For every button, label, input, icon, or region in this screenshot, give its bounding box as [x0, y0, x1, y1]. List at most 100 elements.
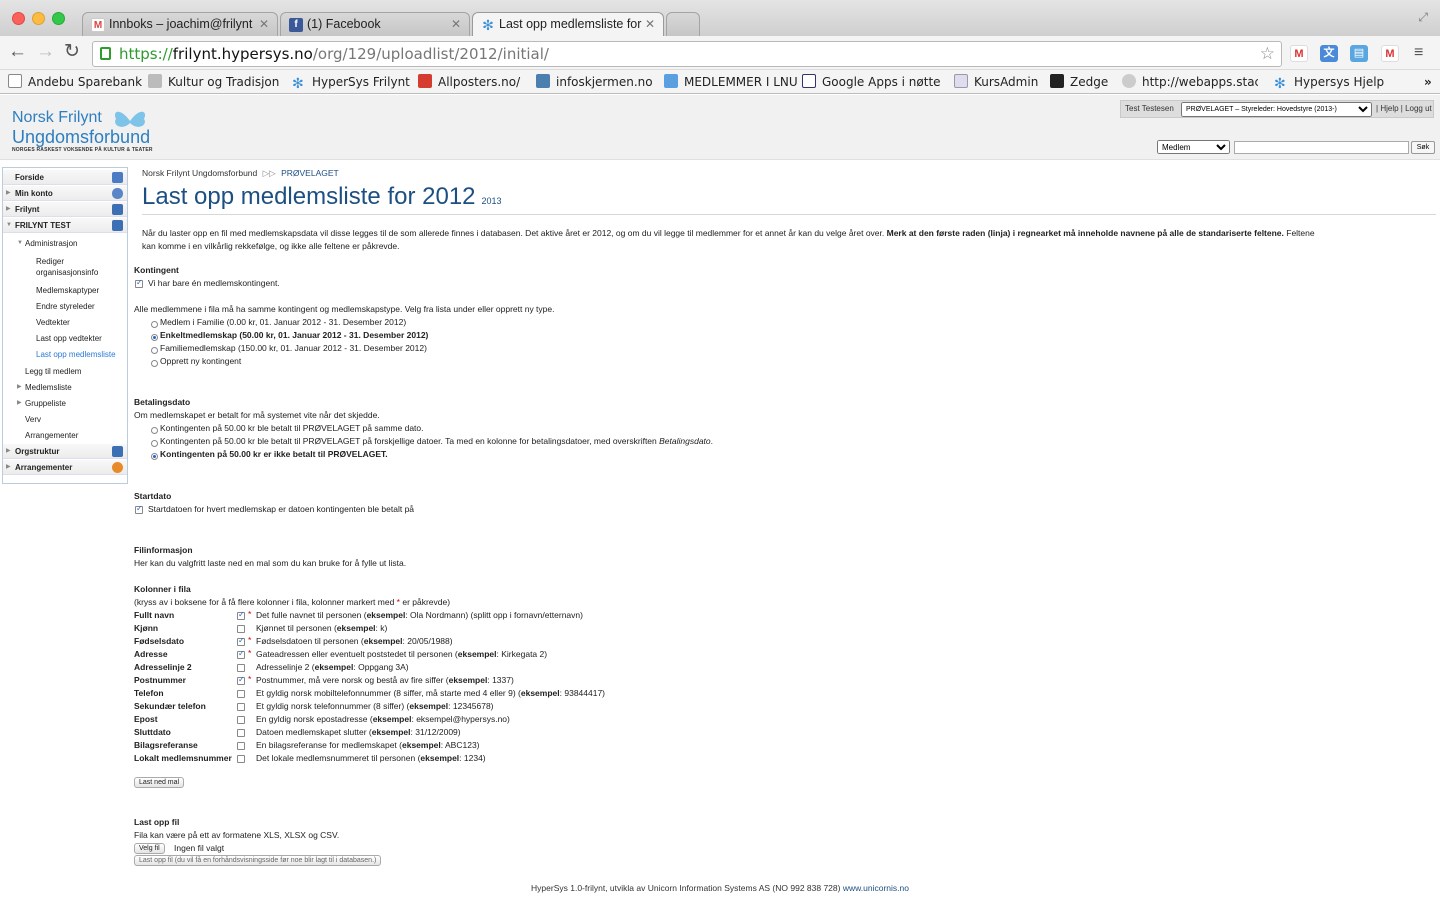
column-checkbox[interactable] — [237, 690, 245, 698]
flag-icon — [112, 446, 123, 457]
year-link[interactable]: 2013 — [482, 196, 502, 206]
breadcrumb-current-link[interactable]: PRØVELAGET — [281, 168, 339, 178]
back-button[interactable]: ← — [8, 42, 27, 62]
bookmark-item[interactable]: MEDLEMMER I LNU — [664, 73, 798, 91]
column-checkbox[interactable] — [237, 742, 245, 750]
sidebar-item-last-opp-vedtekter[interactable]: Last opp vedtekter — [3, 331, 127, 346]
search-input[interactable] — [1234, 141, 1409, 154]
close-icon[interactable]: ✕ — [451, 13, 461, 35]
forward-button[interactable]: → — [36, 42, 55, 62]
column-row: Fullt navn * Det fulle navnet til personen… — [134, 609, 834, 623]
column-checkbox[interactable] — [237, 703, 245, 711]
example-label: eksempel — [448, 675, 488, 685]
sidebar-item-frilynt-test[interactable]: ▼ FRILYNT TEST — [3, 218, 127, 233]
download-template-button[interactable]: Last ned mal — [134, 777, 185, 788]
logout-link[interactable]: Logg ut — [1405, 104, 1432, 113]
tab-gmail[interactable]: M Innboks – joachim@frilynt ✕ — [82, 12, 278, 36]
sidebar-item-organisasjonsinfo[interactable]: organisasjonsinfo — [3, 267, 127, 278]
close-icon[interactable]: ✕ — [645, 13, 655, 35]
sidebar-item-last-opp-medlemsliste[interactable]: Last opp medlemsliste — [3, 347, 127, 362]
sidebar-item-arrangementer-sub[interactable]: Arrangementer — [3, 428, 127, 443]
logo[interactable]: Norsk Frilynt Ungdomsforbund NORGES RASK… — [12, 107, 162, 157]
url-host: frilynt.hypersys.no — [172, 45, 313, 63]
reload-button[interactable]: ↻ — [64, 42, 80, 62]
bookmark-item[interactable]: Allposters.no/ — [418, 73, 520, 91]
sidebar-item-endre-styreleder[interactable]: Endre styreleder — [3, 299, 127, 314]
role-select[interactable]: PRØVELAGET – Styreleder: Hovedstyre (201… — [1181, 102, 1372, 117]
kontingent-radio[interactable] — [151, 347, 158, 354]
sidebar-item-frilynt[interactable]: ▶ Frilynt — [3, 202, 127, 217]
kontingent-info: Alle medlemmene i fila må ha samme konti… — [134, 304, 555, 314]
column-checkbox[interactable] — [237, 716, 245, 724]
bookmark-item[interactable]: http://webapps.stac — [1122, 73, 1258, 91]
bucket-extension-icon[interactable]: ▤ — [1350, 45, 1368, 62]
bookmark-item[interactable]: ✻ HyperSys Frilynt — [292, 73, 410, 91]
example-label: eksempel — [314, 662, 354, 672]
betaling-option2-end: . — [710, 436, 714, 446]
betaling-radio[interactable] — [151, 453, 158, 460]
sidebar-item-gruppeliste[interactable]: ▶ Gruppeliste — [3, 396, 127, 411]
sidebar-item-medlemsliste[interactable]: ▶ Medlemsliste — [3, 380, 127, 395]
bookmark-item[interactable]: ✻ Hypersys Hjelp — [1274, 73, 1384, 91]
address-bar[interactable]: https://frilynt.hypersys.no/org/129/uplo… — [92, 41, 1282, 67]
required-star: * — [248, 674, 252, 684]
kontingent-option-label: Familiemedlemskap (150.00 kr, 01. Januar… — [160, 343, 427, 353]
betaling-radio[interactable] — [151, 427, 158, 434]
kontingent-radio[interactable] — [151, 334, 158, 341]
menu-icon[interactable]: ≡ — [1414, 44, 1423, 62]
sidebar-item-orgstruktur[interactable]: ▶ Orgstruktur — [3, 444, 127, 459]
bookmark-item[interactable]: Google Apps i nøtte — [802, 73, 941, 91]
startdato-checkbox[interactable] — [135, 504, 143, 514]
gmail-extension-icon[interactable]: M — [1290, 45, 1308, 62]
kontingent-radio[interactable] — [151, 360, 158, 367]
sidebar-item-min-konto[interactable]: ▶ Min konto — [3, 186, 127, 201]
translate-extension-icon[interactable]: 文 — [1320, 45, 1338, 62]
choose-file-button[interactable]: Velg fil — [134, 843, 165, 854]
column-checkbox[interactable] — [237, 755, 245, 763]
sidebar-item-administrasjon[interactable]: ▼ Administrasjon — [3, 236, 127, 251]
bookmark-item[interactable]: Zedge — [1050, 73, 1108, 91]
column-checkbox[interactable] — [237, 675, 245, 685]
sidebar-item-rediger[interactable]: Rediger — [3, 256, 127, 267]
search-button[interactable]: Søk — [1411, 141, 1435, 154]
column-checkbox[interactable] — [237, 729, 245, 737]
column-checkbox[interactable] — [237, 636, 245, 646]
sidebar-item-vedtekter[interactable]: Vedtekter — [3, 315, 127, 330]
footer-link[interactable]: www.unicornis.no — [843, 883, 909, 893]
bookmarks-overflow-icon[interactable]: » — [1424, 73, 1432, 91]
bookmark-item[interactable]: Andebu Sparebank — [8, 73, 142, 91]
bookmark-item[interactable]: Kultur og Tradisjon — [148, 73, 279, 91]
column-checkbox[interactable] — [237, 649, 245, 659]
bookmark-item[interactable]: KursAdmin — [954, 73, 1038, 91]
help-link[interactable]: Hjelp — [1380, 104, 1398, 113]
star-icon[interactable]: ☆ — [1260, 42, 1275, 66]
fullscreen-icon[interactable]: ⤢ — [1418, 10, 1428, 25]
sidebar-item-legg-til-medlem[interactable]: Legg til medlem — [3, 364, 127, 379]
betaling-radio[interactable] — [151, 440, 158, 447]
zoom-window-button[interactable] — [52, 12, 65, 25]
close-window-button[interactable] — [12, 12, 25, 25]
column-example: 12345678) — [452, 701, 494, 711]
column-checkbox[interactable] — [237, 664, 245, 672]
upload-file-button[interactable]: Last opp fil (du vil få en forhåndsvisni… — [134, 855, 382, 866]
sidebar-item-medlemskaptyper[interactable]: Medlemskaptyper — [3, 283, 127, 298]
breadcrumb-root-link[interactable]: Norsk Frilynt Ungdomsforbund — [142, 168, 257, 178]
sidebar-item-forside[interactable]: Forside — [3, 170, 127, 185]
sidebar-item-verv[interactable]: Verv — [3, 412, 127, 427]
lock-icon — [100, 47, 111, 60]
close-icon[interactable]: ✕ — [259, 13, 269, 35]
search-type-select[interactable]: Medlem — [1157, 140, 1230, 154]
bookmark-item[interactable]: infoskjermen.no — [536, 73, 653, 91]
intro-text: Når du laster opp en fil med medlemskaps… — [142, 228, 1315, 239]
single-kontingent-checkbox[interactable] — [135, 278, 143, 288]
new-tab-button[interactable] — [666, 12, 700, 36]
tab-facebook[interactable]: f (1) Facebook ✕ — [280, 12, 470, 36]
tab-active[interactable]: ✻ Last opp medlemsliste for ✕ — [472, 12, 664, 36]
column-checkbox[interactable] — [237, 625, 245, 633]
gmail-notifier-icon[interactable]: M — [1381, 45, 1399, 62]
sidebar-item-label: Medlemskaptyper — [36, 286, 100, 295]
sidebar-item-arrangementer[interactable]: ▶ Arrangementer — [3, 460, 127, 475]
column-checkbox[interactable] — [237, 610, 245, 620]
kontingent-radio[interactable] — [151, 321, 158, 328]
minimize-window-button[interactable] — [32, 12, 45, 25]
